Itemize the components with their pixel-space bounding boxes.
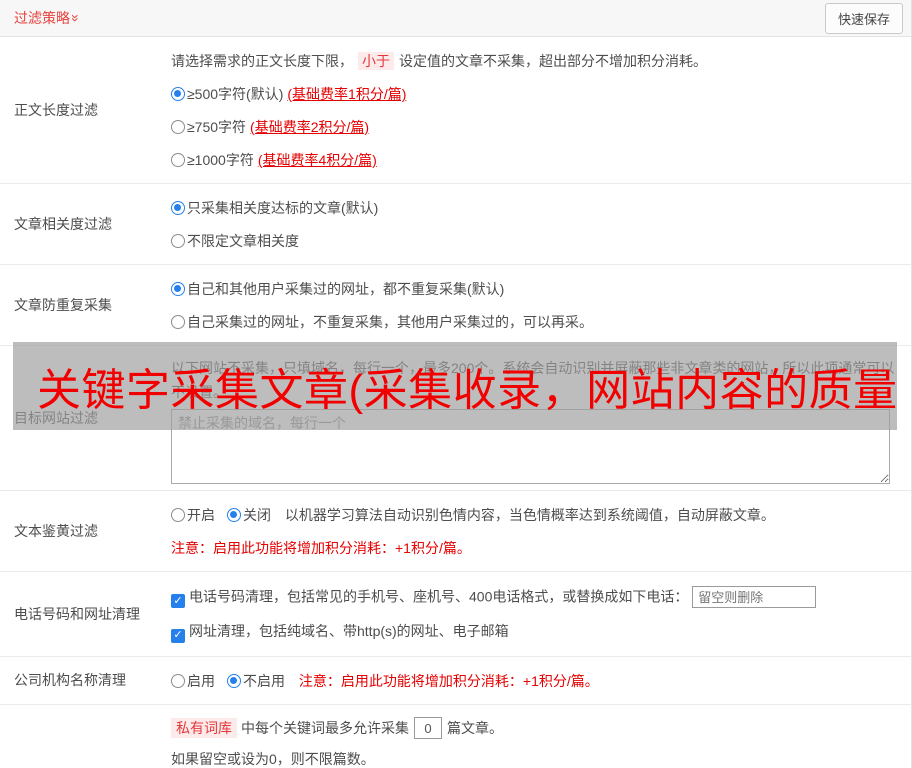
option-min-1000-fee: (基础费率4积分/篇)	[257, 152, 377, 168]
option-relevance-any-text: 不限定文章相关度	[187, 233, 299, 249]
porn-filter-label: 文本鉴黄过滤	[14, 523, 98, 539]
watermark-overlay: 关键字采集文章(采集收录，网站内容的质量	[13, 342, 897, 430]
chevron-double-down-icon: »	[67, 14, 84, 22]
radio-dedup-self[interactable]	[171, 315, 185, 329]
replacement-phone-input[interactable]	[692, 586, 817, 608]
option-relevance-strict: 只采集相关度达标的文章(默认)	[171, 198, 897, 218]
porn-off-text: 关闭	[243, 507, 271, 523]
keyword-limit-post-text: 篇文章。	[447, 719, 503, 736]
porn-on-text: 开启	[187, 507, 215, 523]
radio-dedup-global[interactable]	[171, 282, 185, 296]
page-title-text: 过滤策略	[14, 10, 70, 26]
checkbox-url-clean[interactable]: ✓	[171, 628, 185, 643]
checkbox-phone-clean[interactable]: ✓	[171, 594, 185, 608]
option-dedup-global: 自己和其他用户采集过的网址，都不重复采集(默认)	[171, 279, 897, 299]
checkmark-icon: ✓	[173, 629, 183, 641]
phone-clean-text: 电话号码清理，包括常见的手机号、座机号、400电话格式，或替换成如下电话：	[189, 588, 689, 605]
radio-company-disable[interactable]	[227, 673, 241, 688]
option-relevance-any: 不限定文章相关度	[171, 231, 897, 251]
keyword-dedup-content: 私有词库中每个关键词最多允许采集篇文章。 如果留空或设为0，则不限篇数。 如果设…	[171, 705, 911, 768]
page-title[interactable]: 过滤策略 »	[14, 8, 84, 28]
company-clean-label: 公司机构名称清理	[14, 672, 126, 688]
company-clean-options: 启用 不启用 注意：启用此功能将增加积分消耗：+1积分/篇。	[171, 671, 897, 691]
option-dedup-self: 自己采集过的网址，不重复采集，其他用户采集过的，可以再采。	[171, 312, 897, 332]
option-min-500-text: ≥500字符(默认)	[187, 86, 284, 102]
company-disable-text: 不启用	[243, 672, 285, 689]
section-relevance: 文章相关度过滤 只采集相关度达标的文章(默认) 不限定文章相关度	[0, 184, 911, 265]
content-length-intro: 请选择需求的正文长度下限， 小于 设定值的文章不采集，超出部分不增加积分消耗。	[171, 51, 897, 71]
company-enable-text: 启用	[187, 672, 215, 689]
filter-settings-page: 过滤策略 » 快速保存 正文长度过滤 请选择需求的正文长度下限， 小于 设定值的文章…	[0, 0, 912, 768]
option-min-500: ≥500字符(默认) (基础费率1积分/篇)	[171, 84, 897, 104]
radio-porn-on[interactable]	[171, 508, 185, 522]
intro-pre-text: 请选择需求的正文长度下限，	[171, 53, 353, 69]
section-phone-url-clean: 电话号码和网址清理 ✓ 电话号码清理，包括常见的手机号、座机号、400电话格式，或…	[0, 572, 911, 657]
radio-company-enable[interactable]	[171, 673, 185, 688]
private-lexicon-badge: 私有词库	[171, 717, 237, 738]
option-dedup-global-text: 自己和其他用户采集过的网址，都不重复采集(默认)	[187, 281, 505, 297]
checkmark-icon: ✓	[173, 594, 183, 607]
radio-min-750[interactable]	[171, 120, 185, 134]
option-relevance-strict-text: 只采集相关度达标的文章(默认)	[187, 200, 379, 216]
radio-min-1000[interactable]	[171, 153, 185, 167]
keyword-limit-input[interactable]	[414, 717, 442, 739]
watermark-text: 关键字采集文章(采集收录，网站内容的质量	[37, 366, 897, 415]
keyword-limit-mid-text: 中每个关键词最多允许采集	[241, 719, 409, 736]
url-dedup-content: 自己和其他用户采集过的网址，都不重复采集(默认) 自己采集过的网址，不重复采集，…	[171, 265, 911, 345]
url-clean-option: ✓ 网址清理，包括纯域名、带http(s)的网址、电子邮箱	[171, 621, 897, 643]
page-header: 过滤策略 » 快速保存	[0, 0, 911, 37]
less-than-highlight: 小于	[358, 52, 394, 70]
section-url-dedup: 文章防重复采集 自己和其他用户采集过的网址，都不重复采集(默认) 自己采集过的网…	[0, 265, 911, 346]
option-min-500-fee: (基础费率1积分/篇)	[287, 86, 407, 102]
url-clean-text: 网址清理，包括纯域名、带http(s)的网址、电子邮箱	[189, 623, 509, 639]
option-dedup-self-text: 自己采集过的网址，不重复采集，其他用户采集过的，可以再采。	[187, 314, 593, 330]
content-length-content: 请选择需求的正文长度下限， 小于 设定值的文章不采集，超出部分不增加积分消耗。 ≥5…	[171, 37, 911, 183]
phone-url-clean-content: ✓ 电话号码清理，包括常见的手机号、座机号、400电话格式，或替换成如下电话： ✓…	[171, 572, 911, 656]
phone-clean-option: ✓ 电话号码清理，包括常见的手机号、座机号、400电话格式，或替换成如下电话：	[171, 586, 897, 608]
keyword-dedup-label: 关键词防重复采集	[0, 705, 171, 768]
company-clean-note: 注意：启用此功能将增加积分消耗：+1积分/篇。	[298, 672, 599, 689]
section-porn-filter: 文本鉴黄过滤 开启 关闭 以机器学习算法自动识别色情内容，当色情概率达到系统阈值，…	[0, 491, 911, 572]
url-dedup-label: 文章防重复采集	[14, 297, 112, 313]
phone-url-clean-label: 电话号码和网址清理	[14, 605, 140, 622]
option-min-750-text: ≥750字符	[187, 119, 247, 135]
keyword-limit-line: 私有词库中每个关键词最多允许采集 篇文章。	[171, 717, 897, 739]
radio-relevance-any[interactable]	[171, 234, 185, 248]
section-content-length: 正文长度过滤 请选择需求的正文长度下限， 小于 设定值的文章不采集，超出部分不增加积…	[0, 37, 911, 184]
option-min-750-fee: (基础费率2积分/篇)	[250, 119, 370, 135]
option-min-750: ≥750字符 (基础费率2积分/篇)	[171, 117, 897, 137]
radio-relevance-strict[interactable]	[171, 201, 185, 215]
keyword-note-unlimited: 如果留空或设为0，则不限篇数。	[171, 751, 375, 767]
intro-post-text: 设定值的文章不采集，超出部分不增加积分消耗。	[399, 53, 707, 69]
content-length-label: 正文长度过滤	[14, 102, 98, 118]
porn-filter-content: 开启 关闭 以机器学习算法自动识别色情内容，当色情概率达到系统阈值，自动屏蔽文章。…	[171, 491, 911, 571]
porn-filter-note: 注意：启用此功能将增加积分消耗：+1积分/篇。	[171, 540, 471, 556]
relevance-content: 只采集相关度达标的文章(默认) 不限定文章相关度	[171, 184, 911, 264]
radio-min-500[interactable]	[171, 87, 185, 101]
section-keyword-dedup: 关键词防重复采集 私有词库中每个关键词最多允许采集 篇文章。 如果留空或设为0，则…	[0, 705, 911, 768]
company-clean-content: 启用 不启用 注意：启用此功能将增加积分消耗：+1积分/篇。	[171, 657, 911, 704]
option-min-1000-text: ≥1000字符	[187, 152, 254, 168]
relevance-label: 文章相关度过滤	[14, 216, 112, 232]
section-company-clean: 公司机构名称清理 启用 不启用 注意：启用此功能将增加积分消耗：+1积分/篇。	[0, 657, 911, 705]
option-min-1000: ≥1000字符 (基础费率4积分/篇)	[171, 150, 897, 170]
porn-filter-desc: 以机器学习算法自动识别色情内容，当色情概率达到系统阈值，自动屏蔽文章。	[284, 507, 775, 523]
radio-porn-off[interactable]	[227, 508, 241, 522]
quick-save-button[interactable]: 快速保存	[824, 2, 903, 34]
porn-filter-options: 开启 关闭 以机器学习算法自动识别色情内容，当色情概率达到系统阈值，自动屏蔽文章。	[171, 505, 897, 525]
